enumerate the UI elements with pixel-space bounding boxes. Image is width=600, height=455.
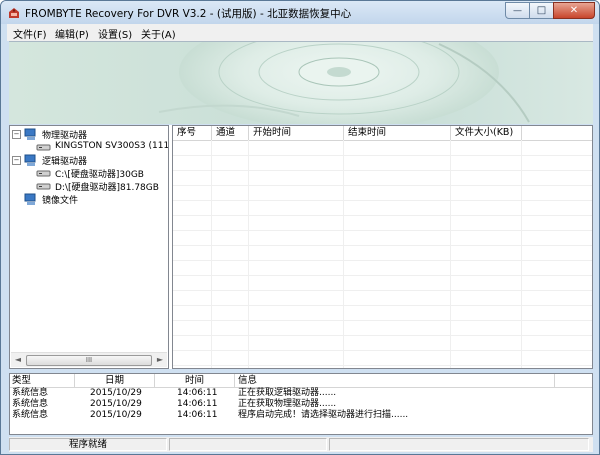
grid-row-line — [173, 335, 592, 336]
scroll-thumb[interactable]: III — [26, 355, 152, 366]
grid-row-line — [173, 245, 592, 246]
grid-row-line — [173, 275, 592, 276]
hard-drive-icon — [36, 144, 51, 151]
grid-row-line — [173, 350, 592, 351]
log-header: 类型 日期 时间 信息 — [10, 374, 592, 388]
log-column-time[interactable]: 时间 — [155, 374, 235, 387]
computer-icon — [24, 154, 36, 166]
close-button[interactable]: ✕ — [553, 2, 595, 19]
column-header-channel[interactable]: 通道 — [212, 126, 249, 140]
tree-label: KINGSTON SV300S3 (111.7 — [55, 141, 169, 151]
grid-row-line — [173, 260, 592, 261]
grid-row-line — [173, 155, 592, 156]
log-type: 系统信息 — [12, 410, 49, 420]
menu-file[interactable]: 文件(F) — [13, 26, 47, 41]
tree-label: 物理驱动器 — [42, 131, 88, 141]
title-bar[interactable]: FROMBYTE Recovery For DVR V3.2 - (试用版) -… — [1, 1, 599, 24]
log-message: 正在获取逻辑驱动器...... — [238, 388, 337, 398]
log-type: 系统信息 — [12, 399, 49, 409]
menu-settings[interactable]: 设置(S) — [98, 26, 132, 41]
tree-label: D:\[硬盘驱动器]81.78GB — [55, 183, 159, 193]
hard-drive-icon — [36, 170, 51, 177]
tree-label: 镜像文件 — [42, 196, 79, 206]
log-column-message[interactable]: 信息 — [235, 374, 555, 387]
maximize-button[interactable]: □ — [529, 2, 554, 19]
column-header-index[interactable]: 序号 — [173, 126, 212, 140]
banner-image — [9, 41, 593, 124]
status-panel-2 — [169, 438, 327, 451]
menu-edit[interactable]: 编辑(P) — [55, 26, 89, 41]
grid-row-line — [173, 365, 592, 366]
menu-about[interactable]: 关于(A) — [141, 26, 176, 41]
tree-label: C:\[硬盘驱动器]30GB — [55, 170, 144, 180]
window-title: FROMBYTE Recovery For DVR V3.2 - (试用版) -… — [25, 8, 352, 20]
grid-row-line — [173, 230, 592, 231]
grid-row-line — [173, 200, 592, 201]
grid-row-line — [173, 215, 592, 216]
grid-row-line — [173, 305, 592, 306]
column-header-start-time[interactable]: 开始时间 — [249, 126, 344, 140]
status-panel-3 — [329, 438, 589, 451]
log-date: 2015/10/29 — [90, 388, 142, 398]
recording-list-header: 序号 通道 开始时间 结束时间 文件大小(KB) — [173, 126, 592, 141]
hard-drive-icon — [36, 183, 51, 190]
computer-icon — [24, 128, 36, 140]
tree-label: 逻辑驱动器 — [42, 157, 88, 167]
menu-bar: 文件(F) 编辑(P) 设置(S) 关于(A) — [7, 24, 593, 41]
log-message: 程序启动完成！请选择驱动器进行扫描...... — [238, 410, 409, 420]
collapse-icon[interactable]: − — [12, 130, 21, 139]
log-column-type[interactable]: 类型 — [10, 374, 75, 387]
log-panel[interactable]: 类型 日期 时间 信息 系统信息 2015/10/29 14:06:11 正在获… — [9, 373, 593, 435]
app-window: FROMBYTE Recovery For DVR V3.2 - (试用版) -… — [0, 0, 600, 455]
grid-row-line — [173, 185, 592, 186]
drive-tree[interactable]: − 物理驱动器 KINGSTON SV300S3 (111.7 − 逻辑驱动器 … — [9, 125, 169, 369]
status-bar: 程序就绪 — [9, 437, 593, 452]
collapse-icon[interactable]: − — [12, 156, 21, 165]
minimize-button[interactable]: — — [505, 2, 530, 19]
minimize-icon: — — [513, 5, 522, 16]
log-message: 正在获取物理驱动器...... — [238, 399, 337, 409]
column-header-end-time[interactable]: 结束时间 — [344, 126, 451, 140]
close-icon: ✕ — [569, 5, 579, 16]
log-type: 系统信息 — [12, 388, 49, 398]
grid-row-line — [173, 290, 592, 291]
computer-icon — [24, 193, 36, 205]
disc-graphic — [158, 42, 530, 124]
log-time: 14:06:11 — [177, 388, 218, 398]
log-date: 2015/10/29 — [90, 410, 142, 420]
main-panel: − 物理驱动器 KINGSTON SV300S3 (111.7 − 逻辑驱动器 … — [9, 125, 593, 369]
grip-icon: III — [85, 356, 93, 364]
recording-list[interactable]: 序号 通道 开始时间 结束时间 文件大小(KB) — [172, 125, 593, 369]
column-header-file-size[interactable]: 文件大小(KB) — [451, 126, 522, 140]
log-time: 14:06:11 — [177, 399, 218, 409]
log-time: 14:06:11 — [177, 410, 218, 420]
app-logo-icon — [9, 8, 19, 18]
scroll-right-icon[interactable]: ► — [153, 353, 167, 367]
log-column-date[interactable]: 日期 — [75, 374, 155, 387]
grid-row-line — [173, 170, 592, 171]
grid-row-line — [173, 320, 592, 321]
log-date: 2015/10/29 — [90, 399, 142, 409]
tree-horizontal-scrollbar[interactable]: ◄ III ► — [11, 352, 167, 367]
scroll-left-icon[interactable]: ◄ — [11, 353, 25, 367]
status-text: 程序就绪 — [9, 438, 167, 451]
maximize-icon: □ — [536, 5, 547, 16]
